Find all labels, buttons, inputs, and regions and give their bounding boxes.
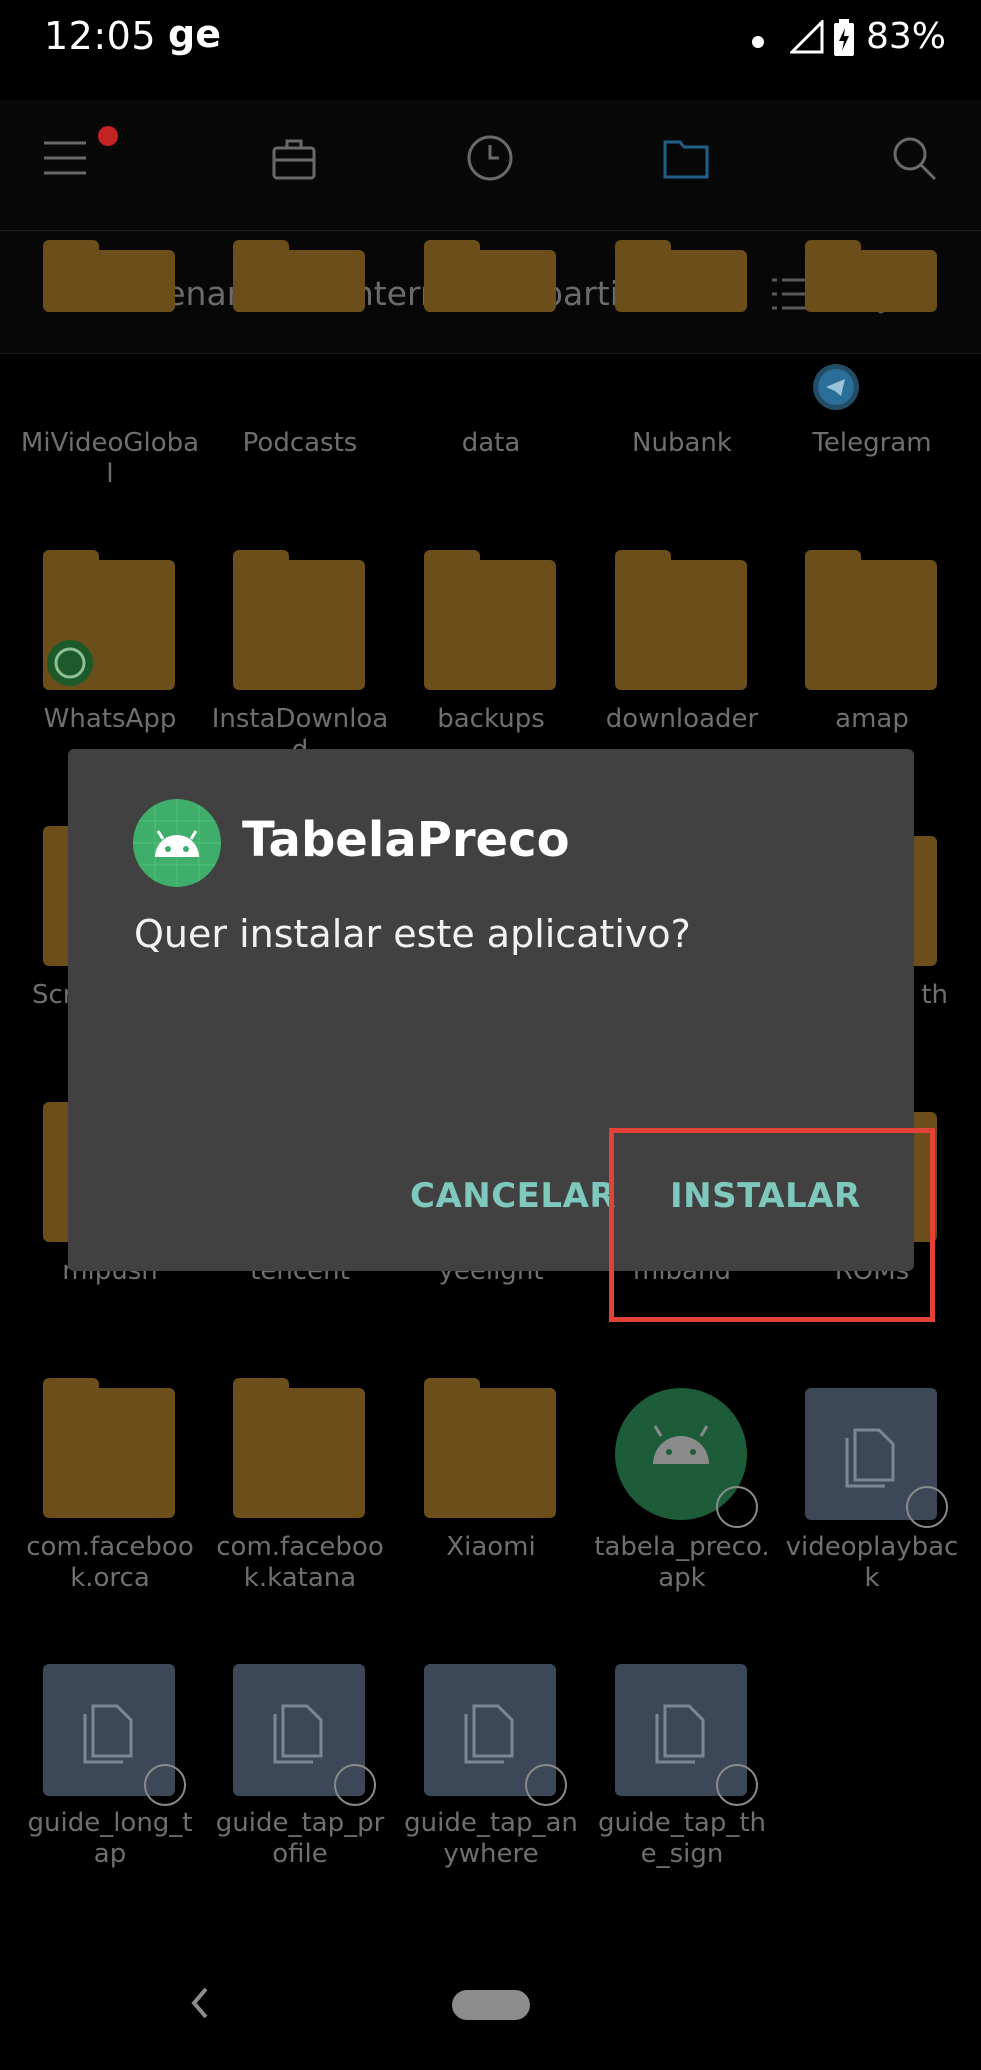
- select-checkbox[interactable]: [144, 1764, 186, 1806]
- folder-label: WhatsApp: [43, 704, 177, 734]
- select-checkbox[interactable]: [716, 1764, 758, 1806]
- back-icon[interactable]: [190, 1986, 210, 2020]
- cancel-button[interactable]: CANCELAR: [410, 1176, 616, 1216]
- menu-icon[interactable]: [42, 138, 88, 178]
- folder-icon: [424, 240, 556, 312]
- file-item[interactable]: tabela_preco.apk: [592, 1388, 772, 1638]
- folder-icon: [233, 550, 365, 690]
- folder-icon: [615, 240, 747, 312]
- whatsapp-icon: [47, 640, 93, 686]
- file-label: videoplayback: [785, 1532, 959, 1593]
- clock-icon[interactable]: [466, 134, 514, 182]
- folder-label: Xiaomi: [446, 1532, 536, 1562]
- file-label: guide_tap_anywhere: [404, 1808, 578, 1869]
- status-carrier: ge: [168, 12, 221, 56]
- folder-item[interactable]: data: [401, 240, 581, 550]
- file-label: guide_tap_the_sign: [597, 1808, 766, 1869]
- file-item[interactable]: guide_tap_anywhere: [401, 1664, 581, 1914]
- select-checkbox[interactable]: [906, 1486, 948, 1528]
- search-icon[interactable]: [890, 134, 938, 182]
- file-label: tabela_preco.apk: [594, 1532, 770, 1593]
- folder-label: com.facebook.orca: [26, 1532, 194, 1593]
- folder-item[interactable]: Xiaomi: [401, 1378, 581, 1638]
- telegram-icon: [813, 364, 859, 410]
- folder-icon: [615, 550, 747, 690]
- notification-dot-icon: [752, 36, 764, 48]
- file-item[interactable]: videoplayback: [782, 1388, 962, 1638]
- folder-label: Nubank: [632, 428, 732, 458]
- status-time: 12:05: [44, 14, 157, 58]
- menu-notification-badge: [98, 126, 118, 146]
- highlight-annotation: [609, 1128, 935, 1322]
- folder-item[interactable]: com.facebook.orca: [20, 1378, 200, 1638]
- file-item[interactable]: guide_long_tap: [20, 1664, 200, 1914]
- file-item[interactable]: guide_tap_the_sign: [592, 1664, 772, 1914]
- home-button[interactable]: [452, 1990, 530, 2020]
- folder-label: amap: [835, 704, 909, 734]
- folder-label: Telegram: [812, 428, 932, 458]
- android-icon: [133, 799, 221, 887]
- select-checkbox[interactable]: [525, 1764, 567, 1806]
- folder-icon: [43, 1378, 175, 1518]
- folder-icon: [233, 240, 365, 312]
- file-label: guide_tap_profile: [215, 1808, 385, 1869]
- file-label: guide_long_tap: [27, 1808, 193, 1869]
- folder-icon: [233, 1378, 365, 1518]
- folder-icon: [805, 240, 937, 312]
- folder-icon: [424, 550, 556, 690]
- folder-icon[interactable]: [662, 136, 710, 180]
- signal-icon: [790, 20, 824, 54]
- folder-label: MiVideoGlobal: [20, 428, 200, 489]
- briefcase-icon[interactable]: [272, 138, 316, 180]
- battery-icon: [834, 19, 854, 56]
- select-checkbox[interactable]: [716, 1486, 758, 1528]
- battery-percentage: 83%: [866, 16, 947, 57]
- folder-label: com.facebook.katana: [216, 1532, 384, 1593]
- folder-item[interactable]: Podcasts: [210, 240, 390, 550]
- folder-item[interactable]: Telegram: [782, 240, 962, 550]
- folder-label: downloader: [605, 704, 759, 734]
- folder-label: backups: [437, 704, 545, 734]
- folder-item[interactable]: Nubank: [592, 240, 772, 550]
- folder-item[interactable]: com.facebook.katana: [210, 1378, 390, 1638]
- folder-icon: [424, 1378, 556, 1518]
- dialog-message: Quer instalar este aplicativo?: [134, 912, 691, 956]
- select-checkbox[interactable]: [334, 1764, 376, 1806]
- folder-label: data: [461, 428, 521, 458]
- file-item[interactable]: guide_tap_profile: [210, 1664, 390, 1914]
- folder-item[interactable]: MiVideoGlobal: [20, 240, 200, 550]
- folder-icon: [805, 550, 937, 690]
- dialog-title: TabelaPreco: [242, 812, 570, 868]
- folder-icon: [43, 240, 175, 312]
- folder-label: Podcasts: [242, 428, 358, 458]
